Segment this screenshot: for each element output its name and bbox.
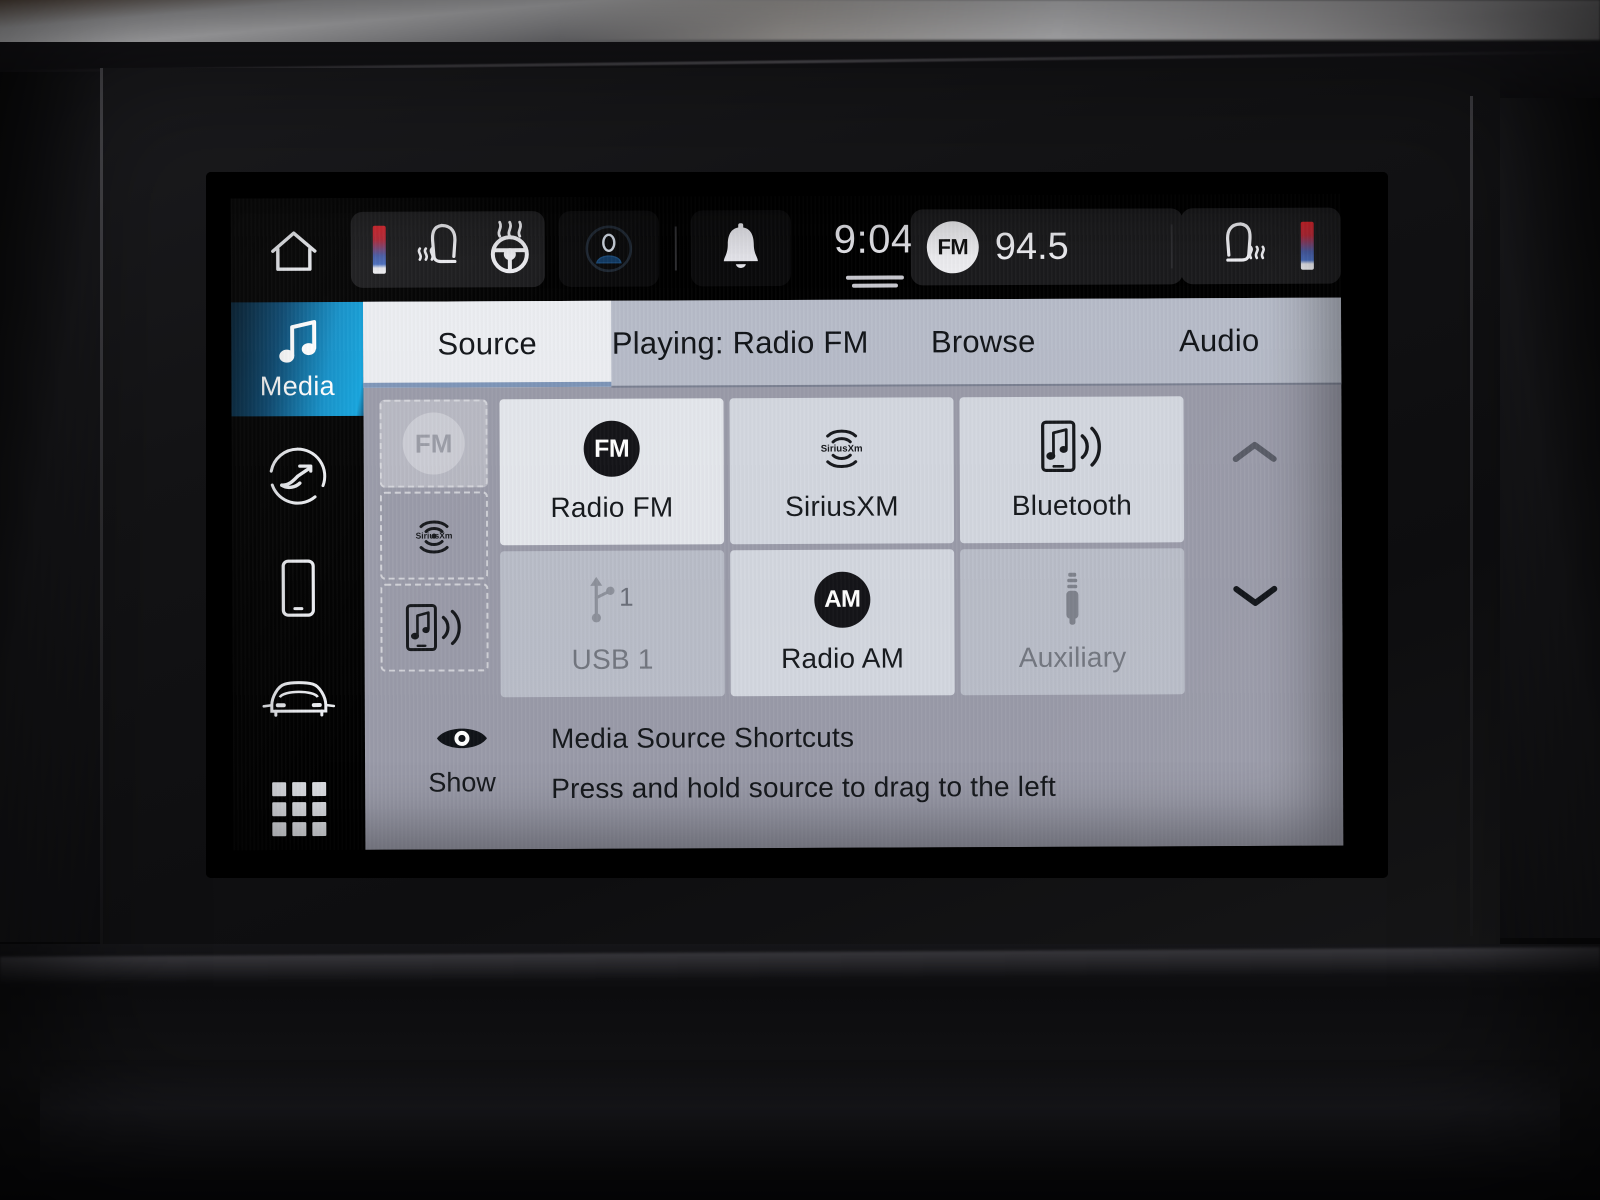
scroll-down-button[interactable] xyxy=(1200,560,1310,630)
fm-badge-icon: FM xyxy=(583,420,640,478)
show-shortcuts-button[interactable]: Show xyxy=(393,719,531,799)
sidebar-item-comfort[interactable] xyxy=(232,428,364,525)
source-tile-label: Radio FM xyxy=(550,491,674,524)
tab-audio[interactable]: Audio xyxy=(1097,298,1341,385)
main-sidebar: Media xyxy=(231,301,366,851)
status-bar: 9:04 FM 94.5 xyxy=(230,193,1342,303)
fm-badge-icon: FM xyxy=(926,221,979,274)
svg-text:1: 1 xyxy=(619,582,634,612)
source-tile-label: USB 1 xyxy=(571,643,654,675)
driver-profile-button[interactable] xyxy=(558,210,659,287)
source-tile-radio-am[interactable]: AM Radio AM xyxy=(730,549,955,697)
tab-browse[interactable]: Browse xyxy=(869,299,1097,386)
pull-down-handle[interactable] xyxy=(845,275,904,291)
climate-comfort-icon xyxy=(269,447,327,505)
footer-title: Media Source Shortcuts xyxy=(550,721,855,755)
status-divider xyxy=(674,226,677,271)
source-tile-label: SiriusXM xyxy=(785,490,899,523)
footer-text-block: Media Source Shortcuts Press and hold so… xyxy=(551,721,1056,805)
home-icon xyxy=(271,231,317,271)
heated-seat-icon xyxy=(417,223,457,263)
home-button[interactable] xyxy=(259,222,329,280)
chevron-up-icon xyxy=(1232,441,1277,463)
show-label: Show xyxy=(428,767,496,798)
phone-icon xyxy=(281,559,315,617)
source-tile-auxiliary[interactable]: Auxiliary xyxy=(960,548,1185,696)
bluetooth-audio-icon xyxy=(1041,420,1101,473)
apps-grid-icon xyxy=(272,782,327,837)
source-tile-label: Bluetooth xyxy=(1011,489,1133,522)
source-tile-radio-fm[interactable]: FM Radio FM xyxy=(499,398,725,546)
shortcut-slot-siriusxm[interactable]: SiriusXm xyxy=(379,491,489,580)
driver-heated-seat-button[interactable] xyxy=(412,218,474,281)
windshield-reflection-highlight xyxy=(560,0,1600,40)
shortcut-slot-bluetooth[interactable] xyxy=(380,583,489,672)
siriusxm-icon: SiriusXm xyxy=(416,520,453,554)
lower-dashboard-trim xyxy=(40,1060,1560,1180)
source-tile-label: Auxiliary xyxy=(1018,641,1127,673)
bell-icon xyxy=(723,223,758,268)
sidebar-item-media[interactable]: Media xyxy=(231,301,364,417)
media-source-grid: FM Radio FM SiriusXm SiriusXM Bluetooth … xyxy=(499,396,1185,699)
vehicle-icon xyxy=(262,681,336,717)
music-note-icon xyxy=(279,319,317,363)
shortcuts-footer: Show Media Source Shortcuts Press and ho… xyxy=(365,708,1344,850)
am-badge-icon: AM xyxy=(814,571,871,629)
driver-climate-pod[interactable] xyxy=(350,211,545,288)
source-tile-usb-1[interactable]: 1 USB 1 xyxy=(500,550,725,698)
passenger-climate-pod[interactable] xyxy=(1180,207,1341,285)
bezel-edge-highlight-right xyxy=(1470,96,1473,936)
heated-seat-icon xyxy=(1225,222,1265,262)
radio-frequency: 94.5 xyxy=(994,225,1069,268)
source-tile-siriusxm[interactable]: SiriusXm SiriusXM xyxy=(729,397,955,545)
tab-bar: Source Playing: Radio FM Browse Audio xyxy=(363,297,1342,388)
media-panel: Source Playing: Radio FM Browse Audio FM… xyxy=(363,297,1344,850)
eye-icon xyxy=(436,728,487,749)
status-divider-right xyxy=(1170,224,1173,269)
left-bezel-panel xyxy=(0,72,104,942)
bezel-edge-highlight-left xyxy=(100,68,103,948)
heated-steering-wheel-icon xyxy=(490,220,529,273)
media-source-shortcut-rail: FM SiriusXm xyxy=(379,399,489,672)
driver-profile-icon xyxy=(585,225,633,273)
tab-source[interactable]: Source xyxy=(363,300,612,388)
sidebar-item-label: Media xyxy=(259,370,335,401)
sidebar-item-phone[interactable] xyxy=(232,540,364,637)
svg-text:SiriusXm: SiriusXm xyxy=(416,530,453,540)
svg-text:SiriusXm: SiriusXm xyxy=(821,443,863,454)
siriusxm-icon: SiriusXm xyxy=(821,429,863,469)
tab-playing[interactable]: Playing: Radio FM xyxy=(611,300,869,387)
bluetooth-audio-icon xyxy=(405,604,461,652)
shortcut-slot-fm[interactable]: FM xyxy=(379,399,488,488)
temperature-gauge-icon[interactable] xyxy=(1300,221,1314,270)
infotainment-screen[interactable]: 9:04 FM 94.5 Media Source Playing: Radio… xyxy=(230,193,1344,851)
chevron-down-icon xyxy=(1233,585,1278,606)
scroll-up-button[interactable] xyxy=(1200,418,1310,488)
footer-hint: Press and hold source to drag to the lef… xyxy=(551,770,1056,805)
sidebar-item-apps[interactable] xyxy=(233,764,365,851)
heated-steering-wheel-button[interactable] xyxy=(478,218,542,281)
notifications-button[interactable] xyxy=(690,209,791,287)
aux-jack-icon xyxy=(1066,572,1079,625)
fm-badge-icon: FM xyxy=(402,412,465,475)
temperature-gauge-icon[interactable] xyxy=(372,225,386,274)
source-tile-bluetooth[interactable]: Bluetooth xyxy=(959,396,1185,544)
now-playing-radio-chip[interactable]: FM 94.5 xyxy=(910,208,1183,286)
source-tile-label: Radio AM xyxy=(781,642,905,675)
sidebar-item-vehicle[interactable] xyxy=(233,652,365,749)
usb-icon: 1 xyxy=(590,576,634,623)
